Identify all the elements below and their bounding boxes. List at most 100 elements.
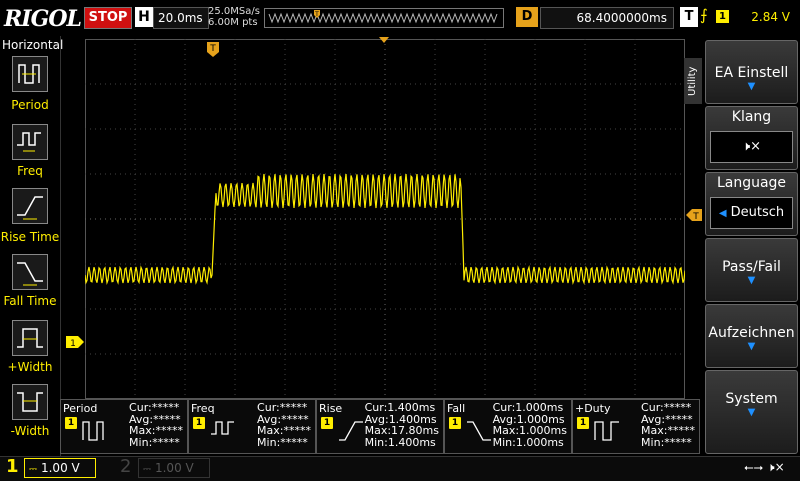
dc-coupling-icon: ⎓ bbox=[143, 464, 151, 475]
horizontal-badge: H bbox=[135, 7, 153, 27]
measurement-values: Cur:1.400ms Avg:1.400ms Max:17.80ms Min:… bbox=[365, 402, 439, 448]
chevron-down-icon: ▼ bbox=[747, 407, 756, 418]
run-stop-status[interactable]: STOP bbox=[84, 7, 132, 29]
waveform-display[interactable] bbox=[84, 39, 686, 399]
measurement-min: Min:1.000ms bbox=[492, 435, 564, 449]
menu-pass-fail-button[interactable]: Pass/Fail ▼ bbox=[705, 238, 798, 302]
measurement-channel: 1 bbox=[577, 417, 589, 429]
measure-rise-time-label: Rise Time bbox=[0, 230, 60, 244]
measurement-pos-duty[interactable]: +Duty 1 Cur:***** Avg:***** Max:***** Mi… bbox=[572, 399, 700, 454]
speaker-mute-icon: 🕨× bbox=[710, 131, 793, 163]
trigger-level-value[interactable]: 2.84 V bbox=[734, 7, 790, 27]
measurement-channel: 1 bbox=[321, 417, 333, 429]
pos-width-icon bbox=[12, 320, 48, 356]
measurement-min: Min:1.400ms bbox=[364, 435, 436, 449]
measure-neg-width-item[interactable]: -Width bbox=[0, 384, 60, 446]
measure-neg-width-label: -Width bbox=[10, 424, 50, 438]
freq-icon bbox=[12, 124, 48, 160]
measurement-fall[interactable]: Fall 1 Cur:1.000ms Avg:1.000ms Max:1.000… bbox=[444, 399, 572, 454]
menu-aufzeichnen-label: Aufzeichnen bbox=[708, 325, 795, 341]
measure-period-label: Period bbox=[11, 98, 49, 112]
chevron-down-icon: ▼ bbox=[747, 81, 756, 92]
trigger-badge: T bbox=[680, 7, 698, 27]
measurement-cur: Cur:***** bbox=[641, 401, 692, 414]
memory-depth: 6.00M pts bbox=[208, 17, 258, 28]
measurement-freq[interactable]: Freq 1 Cur:***** Avg:***** Max:***** Min… bbox=[188, 399, 316, 454]
language-value-text: Deutsch bbox=[730, 205, 785, 220]
measurement-rise[interactable]: Rise 1 Cur:1.400ms Avg:1.400ms Max:17.80… bbox=[316, 399, 444, 454]
timebase-value[interactable]: 20.0ms bbox=[153, 7, 209, 29]
menu-system-button[interactable]: System ▼ bbox=[705, 370, 798, 454]
memory-trigger-marker-label: T bbox=[314, 11, 319, 18]
measurement-min: Min:***** bbox=[129, 435, 180, 449]
menu-ea-einstell-label: EA Einstell bbox=[714, 65, 789, 81]
measure-pos-width-item[interactable]: +Width bbox=[0, 320, 60, 382]
delay-value[interactable]: 68.4000000ms bbox=[540, 7, 674, 29]
measurement-period[interactable]: Period 1 Cur:***** Avg:***** Max:***** M… bbox=[60, 399, 188, 454]
measurement-min: Min:***** bbox=[257, 435, 308, 449]
measurement-cur: Cur:***** bbox=[129, 401, 180, 414]
menu-language-label: Language bbox=[716, 175, 787, 191]
menu-pass-fail-label: Pass/Fail bbox=[722, 259, 781, 275]
measure-rise-time-item[interactable]: Rise Time bbox=[0, 188, 60, 250]
left-menu-title: Horizontal bbox=[2, 38, 64, 52]
ch1-number[interactable]: 1 bbox=[6, 456, 19, 477]
freq-icon bbox=[211, 421, 234, 435]
trigger-position-marker-label: T bbox=[209, 44, 216, 54]
measure-fall-time-item[interactable]: Fall Time bbox=[0, 254, 60, 316]
neg-width-icon bbox=[12, 384, 48, 420]
brand-logo: RIGOL bbox=[4, 6, 82, 32]
measurement-values: Cur:***** Avg:***** Max:***** Min:***** bbox=[257, 402, 311, 448]
sample-rate-info: 25.0MSa/s 6.00M pts bbox=[208, 6, 260, 28]
menu-aufzeichnen-button[interactable]: Aufzeichnen ▼ bbox=[705, 304, 798, 368]
ch1-ground-marker-label: 1 bbox=[70, 339, 76, 348]
measure-freq-item[interactable]: Freq bbox=[0, 124, 60, 186]
measurement-max: Max:17.80ms bbox=[364, 424, 439, 437]
pos-duty-icon bbox=[594, 421, 619, 441]
measure-period-item[interactable]: Period bbox=[0, 56, 60, 118]
ch2-scale-value: 1.00 V bbox=[154, 461, 194, 475]
ch1-scale[interactable]: ⎓ 1.00 V bbox=[24, 458, 96, 478]
measurement-cur: Cur:1.400ms bbox=[364, 401, 436, 414]
measurement-max: Max:***** bbox=[129, 424, 183, 437]
period-icon bbox=[82, 421, 104, 441]
measurement-max: Max:1.000ms bbox=[492, 424, 567, 437]
measurement-cur: Cur:1.000ms bbox=[492, 401, 564, 414]
menu-klang-button[interactable]: Klang 🕨× bbox=[705, 106, 798, 170]
measurement-channel: 1 bbox=[65, 417, 77, 429]
measurement-channel: 1 bbox=[193, 417, 205, 429]
measurement-min: Min:***** bbox=[641, 435, 692, 449]
measurement-channel: 1 bbox=[449, 417, 461, 429]
rise-time-icon bbox=[12, 188, 48, 224]
menu-ea-einstell-button[interactable]: EA Einstell ▼ bbox=[705, 40, 798, 104]
memory-overview-bar[interactable]: T bbox=[264, 8, 504, 28]
waveform-grid bbox=[84, 39, 686, 399]
trigger-level-marker-icon[interactable]: T bbox=[686, 209, 702, 221]
chevron-down-icon: ▼ bbox=[747, 341, 756, 352]
trigger-level-marker-label: T bbox=[692, 212, 699, 221]
usb-status: ⭠⭢ 🕨× bbox=[744, 460, 785, 475]
chevron-left-icon: ◀ bbox=[718, 208, 727, 219]
measure-fall-time-label: Fall Time bbox=[3, 294, 57, 308]
menu-klang-label: Klang bbox=[731, 109, 772, 125]
measurement-name: Fall bbox=[447, 402, 466, 415]
ch2-scale[interactable]: ⎓ 1.00 V bbox=[138, 458, 210, 478]
measurement-max: Max:***** bbox=[257, 424, 311, 437]
measurement-max: Max:***** bbox=[641, 424, 695, 437]
trigger-channel: 1 bbox=[716, 10, 729, 23]
measurement-values: Cur:***** Avg:***** Max:***** Min:***** bbox=[641, 402, 695, 448]
ch2-number[interactable]: 2 bbox=[120, 456, 131, 477]
ch1-scale-value: 1.00 V bbox=[40, 461, 80, 475]
chevron-down-icon: ▼ bbox=[747, 275, 756, 286]
rise-time-icon bbox=[339, 421, 363, 441]
menu-system-label: System bbox=[725, 391, 778, 407]
ch1-ground-marker-icon[interactable]: 1 bbox=[66, 336, 84, 348]
menu-language-button[interactable]: Language ◀ Deutsch bbox=[705, 172, 798, 236]
dc-coupling-icon: ⎓ bbox=[29, 464, 37, 475]
measurement-values: Cur:1.000ms Avg:1.000ms Max:1.000ms Min:… bbox=[493, 402, 567, 448]
trigger-position-marker-icon[interactable]: T bbox=[207, 42, 219, 58]
utility-tab: Utility bbox=[684, 58, 702, 104]
sample-rate: 25.0MSa/s bbox=[208, 6, 260, 17]
language-value: ◀ Deutsch bbox=[710, 197, 793, 229]
usb-icon: ⭠⭢ bbox=[744, 460, 764, 474]
